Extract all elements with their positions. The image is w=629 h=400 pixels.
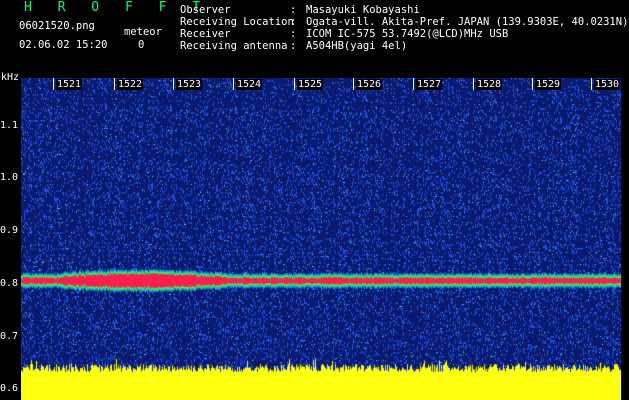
x-tick-label: 1521	[56, 79, 83, 90]
x-tick-label: 1529	[535, 79, 562, 90]
x-tick-label: 1523	[176, 79, 203, 90]
x-tick-label: 1522	[117, 79, 144, 90]
y-tick-label: 0.8	[0, 277, 19, 289]
y-tick-label: 1.1	[0, 119, 19, 131]
x-tick-mark	[353, 78, 354, 90]
x-tick-mark	[591, 78, 592, 90]
antenna-colon: :	[290, 40, 297, 52]
x-tick-label: 1527	[416, 79, 443, 90]
x-tick-mark	[294, 78, 295, 90]
x-tick-label: 1526	[356, 79, 383, 90]
y-tick-label: 1.0	[0, 172, 19, 184]
x-tick-label: 1528	[476, 79, 503, 90]
meteor-label: meteor	[124, 26, 162, 38]
x-tick-mark	[53, 78, 54, 90]
meteor-count: 0	[138, 39, 145, 51]
y-tick-label: 0.6	[0, 383, 19, 395]
x-tick-mark	[233, 78, 234, 90]
spectrogram-canvas	[21, 78, 621, 400]
x-tick-mark	[173, 78, 174, 90]
x-tick-mark	[413, 78, 414, 90]
antenna-label: Receiving antenna	[180, 40, 288, 52]
antenna-value: A504HB(yagi 4el)	[306, 40, 408, 52]
date-time: 02.06.02 15:20	[19, 39, 108, 51]
y-tick-label: 0.7	[0, 330, 19, 342]
file-name: 06021520.png	[19, 20, 95, 32]
x-tick-mark	[114, 78, 115, 90]
x-tick-label: 1530	[594, 79, 621, 90]
x-tick-label: 1524	[236, 79, 263, 90]
y-axis-unit: kHz	[1, 72, 20, 83]
x-tick-mark	[532, 78, 533, 90]
x-tick-mark	[473, 78, 474, 90]
y-tick-label: 0.9	[0, 225, 19, 237]
x-tick-label: 1525	[297, 79, 324, 90]
